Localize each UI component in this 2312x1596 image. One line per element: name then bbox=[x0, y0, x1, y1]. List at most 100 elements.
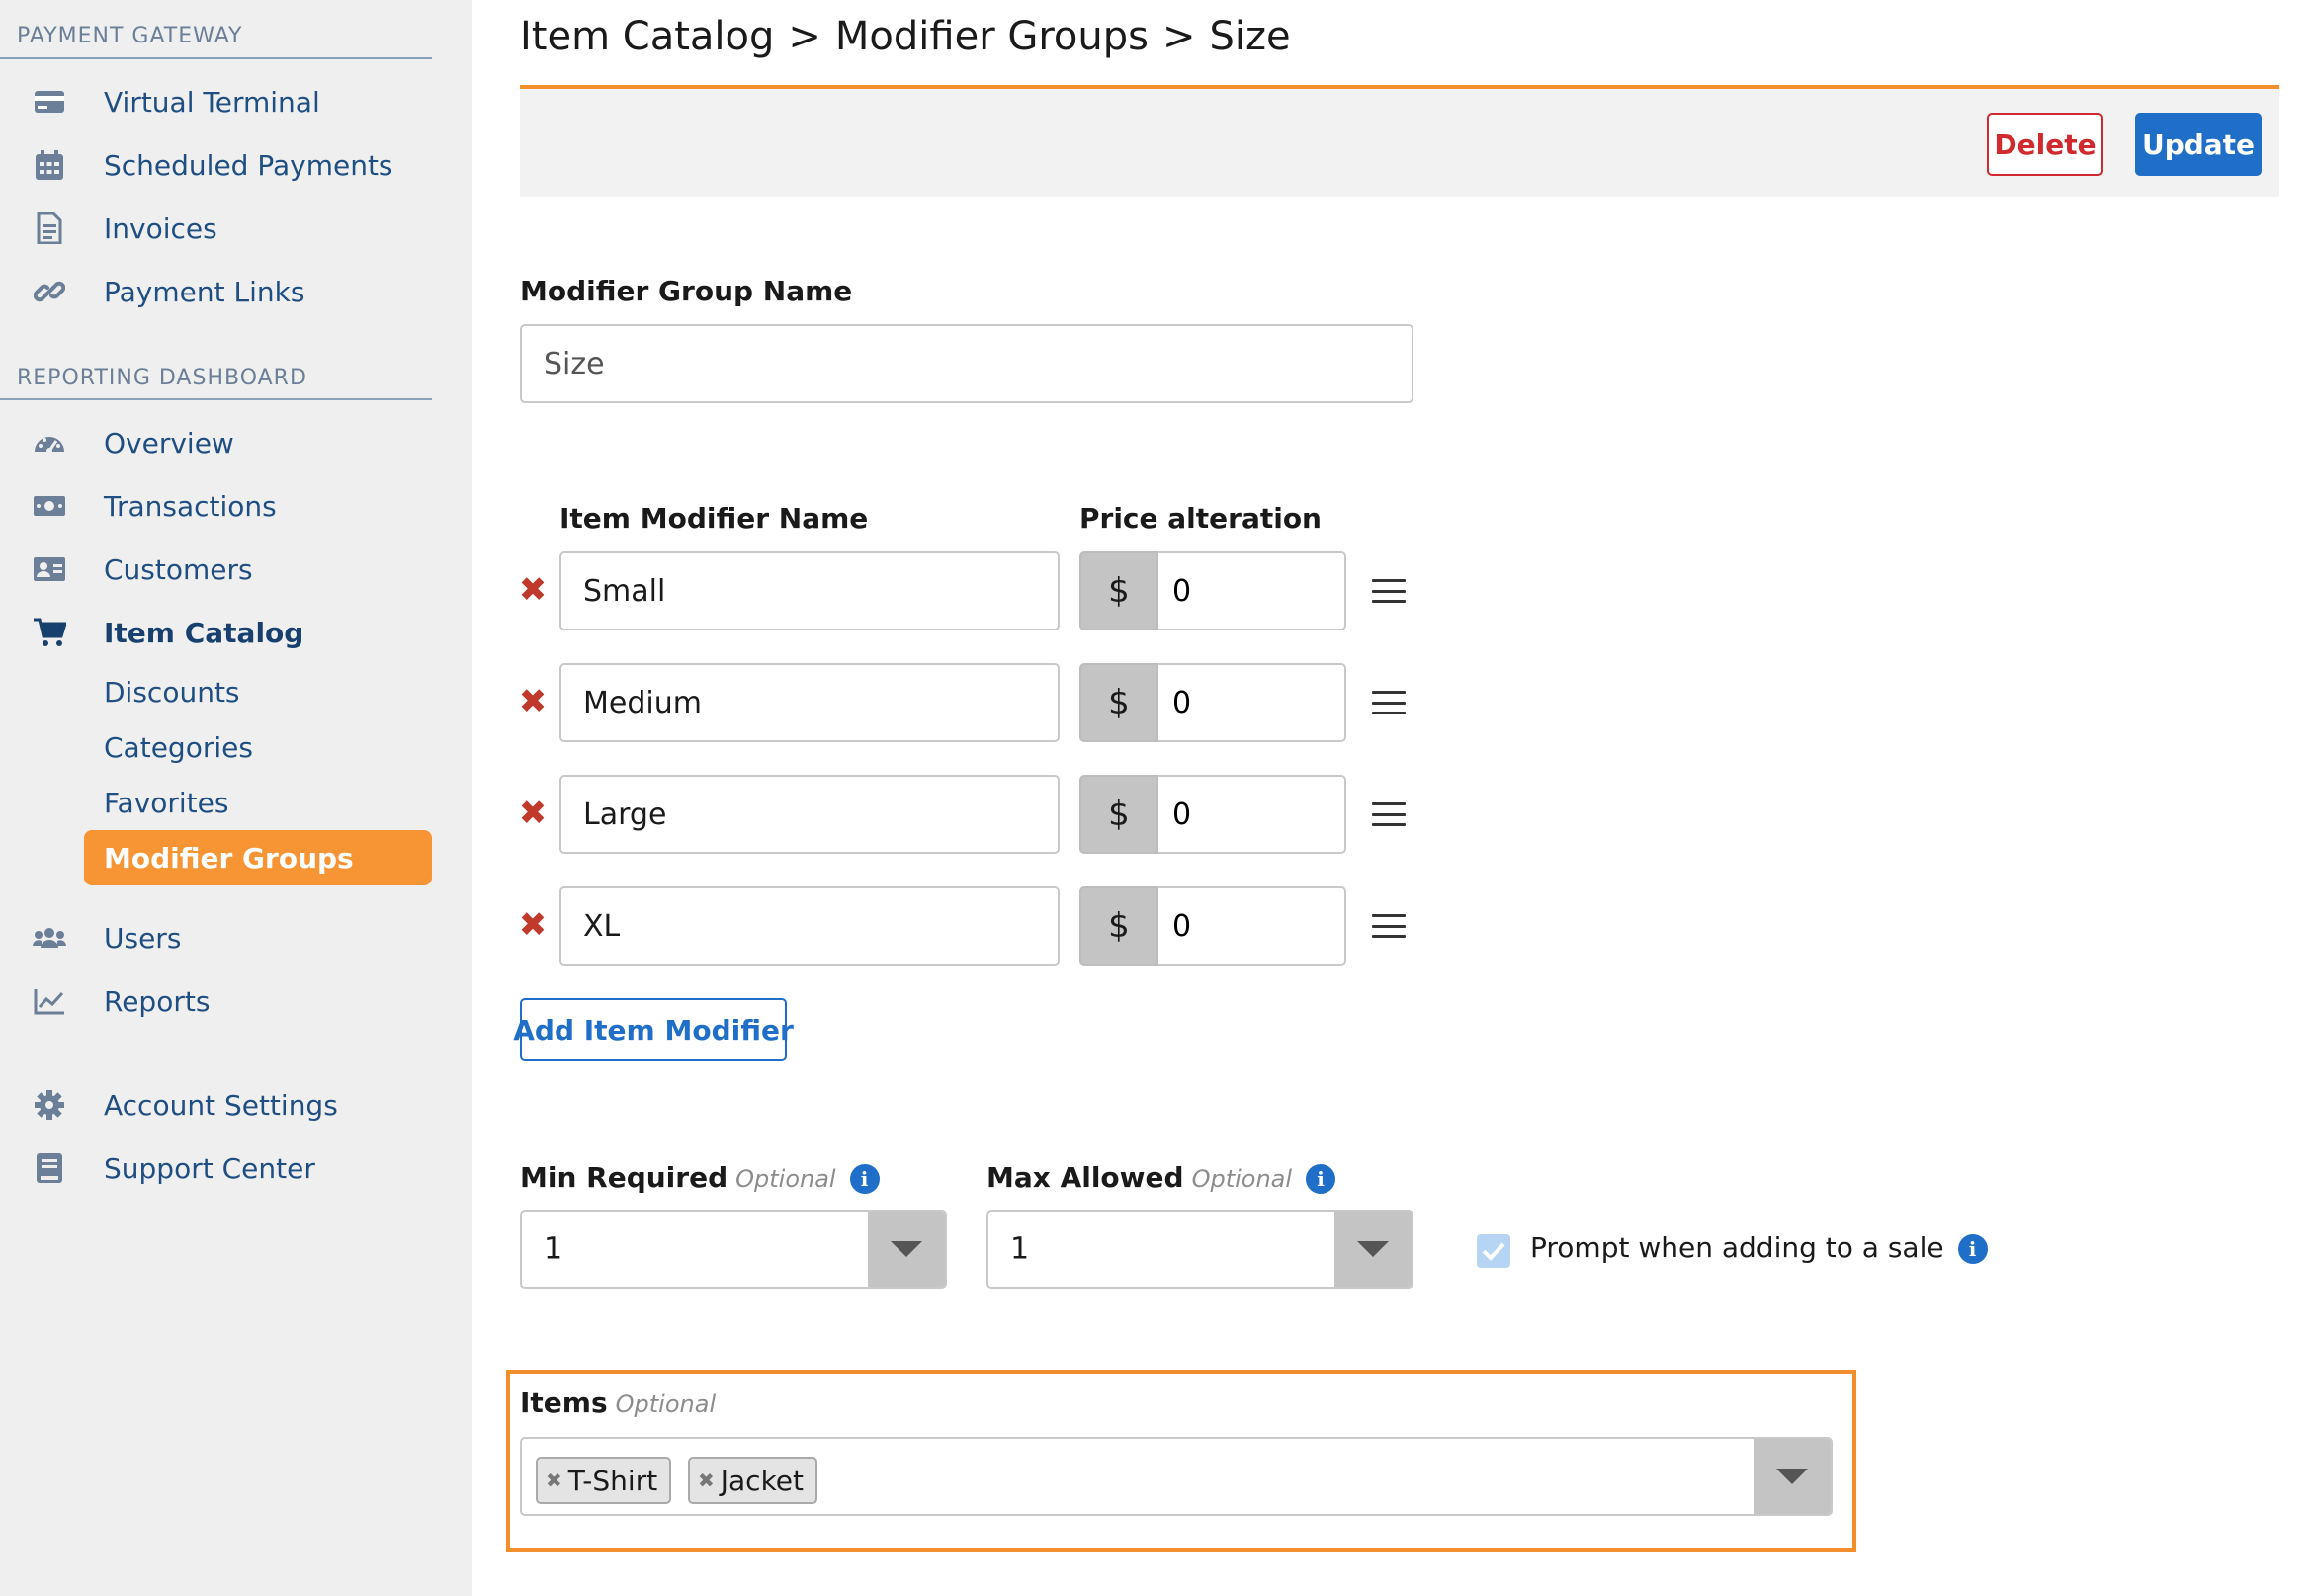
sidebar-item-customers[interactable]: Customers bbox=[0, 543, 432, 596]
sidebar-item-label: Item Catalog bbox=[104, 616, 304, 649]
section-header-reporting-dashboard: REPORTING DASHBOARD bbox=[17, 366, 307, 390]
sidebar-item-transactions[interactable]: Transactions bbox=[0, 479, 432, 533]
sidebar-subitem-discounts[interactable]: Discounts bbox=[84, 664, 432, 719]
item-tag-label: T-Shirt bbox=[567, 1464, 658, 1497]
price-input[interactable] bbox=[1158, 663, 1346, 742]
breadcrumb-separator: > bbox=[788, 14, 821, 59]
sidebar-item-item-catalog[interactable]: Item Catalog bbox=[0, 606, 432, 659]
sidebar-item-users[interactable]: Users bbox=[0, 911, 432, 965]
dashboard-gauge-icon bbox=[33, 426, 66, 460]
money-icon bbox=[33, 489, 66, 523]
sidebar-item-virtual-terminal[interactable]: Virtual Terminal bbox=[0, 75, 432, 128]
optional-text: Optional bbox=[1191, 1165, 1293, 1193]
sidebar-subitem-categories[interactable]: Categories bbox=[84, 719, 432, 775]
optional-text: Optional bbox=[615, 1390, 717, 1418]
credit-card-icon bbox=[33, 85, 66, 119]
max-allowed-text: Max Allowed bbox=[986, 1161, 1184, 1194]
breadcrumb-item-modifier-groups[interactable]: Modifier Groups bbox=[835, 14, 1149, 59]
min-required-label: Min Required Optional i bbox=[520, 1161, 880, 1194]
sidebar-subitem-label: Categories bbox=[104, 730, 253, 764]
remove-modifier-button[interactable]: ✖ bbox=[518, 905, 548, 945]
address-card-icon bbox=[33, 552, 66, 586]
modifier-name-input[interactable] bbox=[559, 551, 1060, 630]
sidebar-item-reports[interactable]: Reports bbox=[0, 974, 432, 1028]
optional-text: Optional bbox=[735, 1165, 836, 1193]
remove-tag-icon[interactable]: ✖ bbox=[698, 1469, 715, 1492]
users-icon bbox=[33, 921, 66, 955]
info-icon[interactable]: i bbox=[1957, 1234, 1988, 1264]
prompt-text: Prompt when adding to a sale bbox=[1530, 1231, 1944, 1264]
breadcrumb: Item Catalog > Modifier Groups > Size bbox=[520, 14, 1291, 59]
invoice-icon bbox=[33, 211, 66, 245]
min-required-value: 1 bbox=[544, 1231, 563, 1267]
sidebar-item-label: Overview bbox=[104, 426, 234, 460]
remove-modifier-button[interactable]: ✖ bbox=[518, 570, 548, 610]
item-tag: ✖ T-Shirt bbox=[536, 1457, 672, 1504]
chevron-down-icon[interactable] bbox=[868, 1212, 945, 1287]
sidebar-subitem-modifier-groups[interactable]: Modifier Groups bbox=[84, 830, 432, 885]
drag-handle-icon[interactable] bbox=[1372, 802, 1406, 826]
sidebar-subitem-favorites[interactable]: Favorites bbox=[84, 775, 432, 830]
calendar-icon bbox=[33, 148, 66, 182]
sidebar-item-support-center[interactable]: Support Center bbox=[0, 1141, 432, 1195]
drag-handle-icon[interactable] bbox=[1372, 914, 1406, 938]
chart-line-icon bbox=[33, 984, 66, 1018]
max-allowed-select[interactable]: 1 bbox=[986, 1210, 1413, 1289]
sidebar-item-label: Scheduled Payments bbox=[104, 148, 393, 182]
sidebar-item-payment-links[interactable]: Payment Links bbox=[0, 265, 432, 318]
item-tag: ✖ Jacket bbox=[688, 1457, 817, 1504]
info-icon[interactable]: i bbox=[1306, 1164, 1336, 1194]
price-input[interactable] bbox=[1158, 886, 1346, 966]
drag-handle-icon[interactable] bbox=[1372, 579, 1406, 603]
price-input[interactable] bbox=[1158, 551, 1346, 630]
item-tag-label: Jacket bbox=[720, 1464, 804, 1497]
sidebar-item-overview[interactable]: Overview bbox=[0, 416, 432, 469]
modifier-name-header: Item Modifier Name bbox=[559, 502, 869, 535]
items-text: Items bbox=[520, 1386, 608, 1419]
sidebar-item-invoices[interactable]: Invoices bbox=[0, 202, 432, 255]
modifier-name-input[interactable] bbox=[559, 886, 1060, 966]
section-divider bbox=[0, 398, 432, 400]
breadcrumb-separator: > bbox=[1161, 14, 1196, 59]
checkmark-icon bbox=[1482, 1242, 1505, 1261]
shopping-cart-icon bbox=[33, 616, 66, 649]
sidebar-item-label: Invoices bbox=[104, 211, 217, 245]
items-label: Items Optional bbox=[520, 1386, 716, 1419]
price-alteration-header: Price alteration bbox=[1079, 502, 1322, 535]
remove-modifier-button[interactable]: ✖ bbox=[518, 682, 548, 721]
sidebar-item-label: Account Settings bbox=[104, 1088, 338, 1122]
breadcrumb-item-catalog[interactable]: Item Catalog bbox=[520, 14, 774, 59]
min-required-select[interactable]: 1 bbox=[520, 1210, 947, 1289]
delete-button[interactable]: Delete bbox=[1987, 113, 2103, 176]
drag-handle-icon[interactable] bbox=[1372, 691, 1406, 714]
modifier-name-input[interactable] bbox=[559, 663, 1060, 742]
prompt-checkbox[interactable] bbox=[1477, 1234, 1510, 1268]
modifier-name-input[interactable] bbox=[559, 775, 1060, 854]
section-divider bbox=[0, 57, 432, 59]
sidebar-item-account-settings[interactable]: Account Settings bbox=[0, 1078, 432, 1132]
update-button[interactable]: Update bbox=[2135, 113, 2262, 176]
sidebar-item-label: Customers bbox=[104, 552, 253, 586]
link-icon bbox=[33, 275, 66, 308]
book-icon bbox=[33, 1151, 66, 1185]
breadcrumb-item-current: Size bbox=[1209, 14, 1291, 59]
gear-icon bbox=[33, 1088, 66, 1122]
max-allowed-value: 1 bbox=[1010, 1231, 1030, 1267]
prompt-label: Prompt when adding to a sale i bbox=[1530, 1231, 1988, 1264]
sidebar-item-label: Virtual Terminal bbox=[104, 85, 320, 119]
sidebar-subitem-label: Modifier Groups bbox=[104, 841, 354, 875]
min-required-text: Min Required bbox=[520, 1161, 728, 1194]
info-icon[interactable]: i bbox=[849, 1164, 880, 1194]
group-name-input[interactable] bbox=[520, 324, 1413, 403]
price-input[interactable] bbox=[1158, 775, 1346, 854]
chevron-down-icon[interactable] bbox=[1754, 1439, 1831, 1514]
remove-modifier-button[interactable]: ✖ bbox=[518, 794, 548, 833]
remove-tag-icon[interactable]: ✖ bbox=[546, 1469, 562, 1492]
sidebar-item-scheduled-payments[interactable]: Scheduled Payments bbox=[0, 138, 432, 192]
sidebar-item-label: Transactions bbox=[104, 489, 277, 523]
sidebar-item-label: Reports bbox=[104, 984, 211, 1018]
sidebar-item-label: Users bbox=[104, 921, 182, 955]
add-item-modifier-button[interactable]: Add Item Modifier bbox=[513, 998, 794, 1061]
sidebar-subitem-label: Discounts bbox=[104, 675, 240, 709]
chevron-down-icon[interactable] bbox=[1334, 1212, 1412, 1287]
